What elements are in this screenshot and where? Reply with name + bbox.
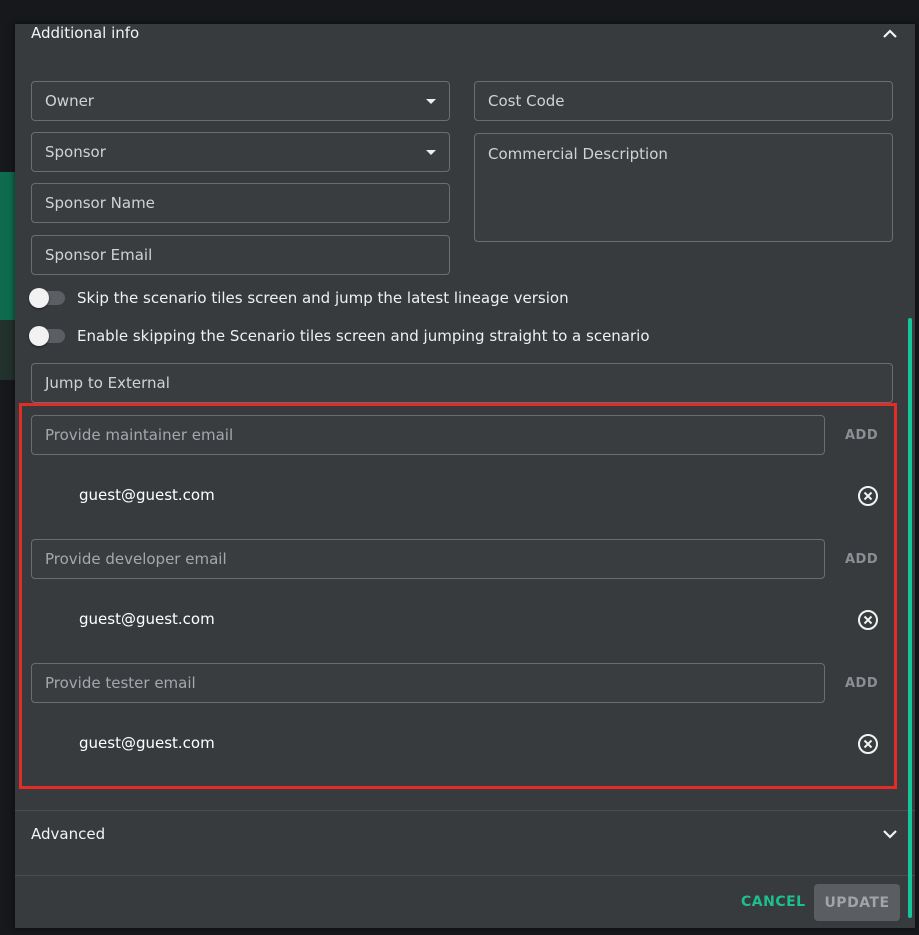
chevron-down-icon[interactable]	[881, 825, 899, 843]
tester-email-placeholder: Provide tester email	[45, 674, 196, 692]
additional-info-header[interactable]: Additional info	[31, 24, 899, 42]
sponsor-email-input[interactable]: Sponsor Email	[31, 235, 450, 275]
developer-email-placeholder: Provide developer email	[45, 550, 227, 568]
commercial-description-label: Commercial Description	[488, 145, 668, 163]
dropdown-arrow-icon	[426, 149, 436, 155]
footer-divider	[15, 875, 915, 876]
sponsor-name-input[interactable]: Sponsor Name	[31, 183, 450, 223]
cancel-button[interactable]: CANCEL	[741, 894, 806, 910]
jump-to-external-input[interactable]: Jump to External	[31, 363, 893, 403]
remove-circle-icon[interactable]	[857, 733, 879, 755]
section-divider	[15, 810, 915, 811]
jump-to-external-label: Jump to External	[45, 374, 170, 392]
cost-code-label: Cost Code	[488, 92, 565, 110]
switch-knob	[29, 288, 49, 308]
edit-dialog: Additional info Owner Sponsor Sponsor Na…	[15, 24, 915, 928]
backdrop-accent	[0, 172, 15, 320]
sponsor-email-label: Sponsor Email	[45, 246, 153, 264]
skip-tiles-switch[interactable]	[29, 288, 65, 308]
developer-email-input[interactable]: Provide developer email	[31, 539, 825, 579]
owner-select[interactable]: Owner	[31, 81, 450, 121]
enable-skip-switch[interactable]	[29, 326, 65, 346]
cost-code-input[interactable]: Cost Code	[474, 81, 893, 121]
developer-email-item: guest@guest.com	[79, 610, 215, 628]
additional-info-title: Additional info	[31, 24, 140, 42]
dropdown-arrow-icon	[426, 98, 436, 104]
backdrop-panel	[0, 320, 15, 380]
tester-email-item: guest@guest.com	[79, 734, 215, 752]
chevron-up-icon[interactable]	[881, 24, 899, 42]
sponsor-select[interactable]: Sponsor	[31, 132, 450, 172]
advanced-header[interactable]: Advanced	[31, 825, 899, 843]
skip-tiles-toggle-row: Skip the scenario tiles screen and jump …	[29, 288, 569, 308]
add-developer-button[interactable]: ADD	[845, 552, 878, 567]
remove-circle-icon[interactable]	[857, 609, 879, 631]
update-button[interactable]: UPDATE	[814, 884, 900, 921]
commercial-description-textarea[interactable]: Commercial Description	[474, 133, 893, 242]
add-maintainer-button[interactable]: ADD	[845, 428, 878, 443]
owner-label: Owner	[45, 92, 94, 110]
tester-email-input[interactable]: Provide tester email	[31, 663, 825, 703]
advanced-title: Advanced	[31, 825, 106, 843]
sponsor-name-label: Sponsor Name	[45, 194, 155, 212]
sponsor-label: Sponsor	[45, 143, 106, 161]
add-tester-button[interactable]: ADD	[845, 676, 878, 691]
switch-knob	[29, 326, 49, 346]
maintainer-email-item: guest@guest.com	[79, 486, 215, 504]
maintainer-email-placeholder: Provide maintainer email	[45, 426, 234, 444]
scrollbar-thumb[interactable]	[908, 318, 912, 918]
enable-skip-toggle-row: Enable skipping the Scenario tiles scree…	[29, 326, 650, 346]
skip-tiles-label: Skip the scenario tiles screen and jump …	[77, 289, 569, 307]
enable-skip-label: Enable skipping the Scenario tiles scree…	[77, 327, 650, 345]
remove-circle-icon[interactable]	[857, 485, 879, 507]
maintainer-email-input[interactable]: Provide maintainer email	[31, 415, 825, 455]
